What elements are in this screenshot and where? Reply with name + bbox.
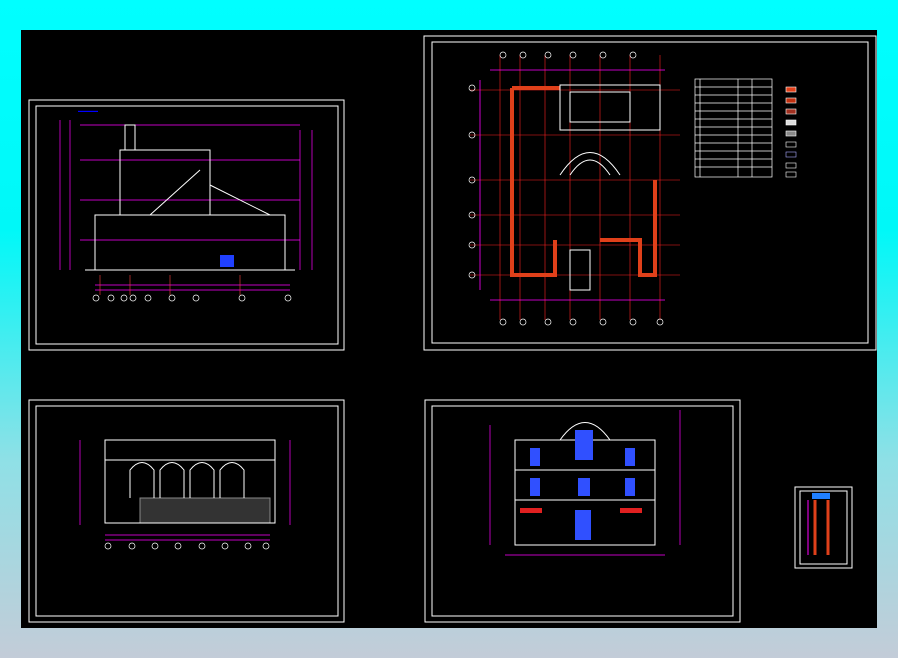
sheet-wall-detail[interactable] <box>794 486 853 569</box>
sheet-arcade-section[interactable] <box>28 399 345 623</box>
drawing-sheets: ▬▬▬▬▬ <box>28 35 877 623</box>
sheet-floor-plan[interactable] <box>423 35 877 351</box>
sheet-building-section[interactable]: ▬▬▬▬▬ <box>28 99 345 351</box>
cad-drawing-canvas[interactable]: ▬▬▬▬▬ <box>21 30 877 628</box>
legend <box>785 86 797 178</box>
sheet-front-elevation[interactable] <box>424 399 741 623</box>
room-schedule-table <box>694 78 773 178</box>
sheet-title-mark: ▬▬▬▬▬ <box>78 108 98 113</box>
